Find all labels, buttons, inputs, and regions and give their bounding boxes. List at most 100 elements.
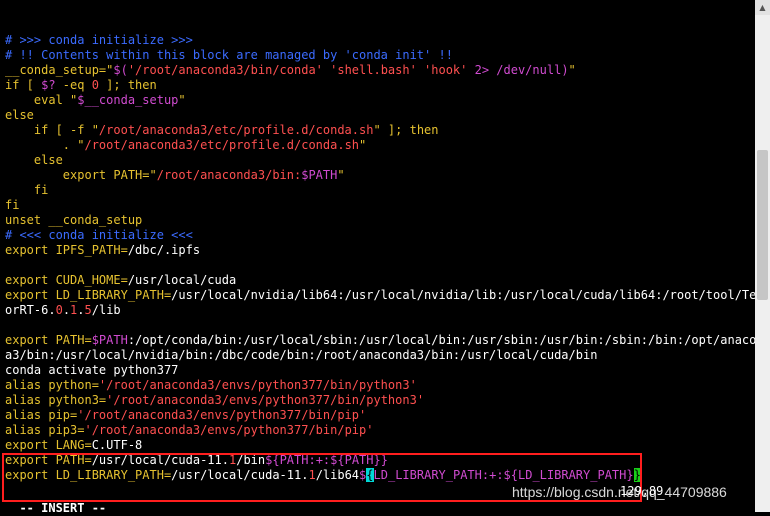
code-token: export PATH= (5, 333, 92, 347)
code-line: alias pip='/root/anaconda3/envs/python37… (5, 408, 755, 423)
code-token: -eq (55, 78, 92, 92)
code-token: # >>> conda initialize >>> (5, 33, 193, 47)
code-line: export LD_LIBRARY_PATH=/usr/local/nvidia… (5, 288, 770, 303)
code-token: $PATH (91, 333, 128, 347)
code-line: alias python='/root/anaconda3/envs/pytho… (5, 378, 755, 393)
code-line: . "/root/anaconda3/etc/profile.d/conda.s… (5, 138, 755, 153)
code-line: export IPFS_PATH=/dbc/.ipfs (5, 243, 755, 258)
code-token: export CUDA_HOME= (5, 273, 128, 287)
code-token: '/root/anaconda3/envs/python377/bin/pip' (84, 423, 374, 437)
code-token: # <<< conda initialize <<< (5, 228, 193, 242)
code-line: export PATH=/usr/local/cuda-11.1/bin${PA… (5, 453, 755, 468)
code-token: fi (5, 183, 49, 197)
code-token: '/root/anaconda3/envs/python377/bin/pyth… (98, 378, 417, 392)
code-line: unset __conda_setup (5, 213, 755, 228)
code-token: ) (561, 63, 569, 77)
code-token: /bin (236, 453, 266, 467)
code-token: " (178, 93, 186, 107)
code-token: alias python3= (5, 393, 107, 407)
code-token: /usr/local/cuda (127, 273, 237, 287)
code-token: 1 (308, 468, 316, 482)
code-token: unset __conda_setup (5, 213, 143, 227)
code-line: orRT-6.0.1.5/lib (5, 303, 755, 318)
code-line: conda activate python377 (5, 363, 755, 378)
code-token: $? (41, 78, 56, 92)
code-token: ${PATH:+:${PATH}} (265, 453, 388, 467)
code-token: LD_LIBRARY_PATH:+:${LD_LIBRARY_PATH} (373, 468, 634, 482)
code-line: alias pip3='/root/anaconda3/envs/python3… (5, 423, 755, 438)
text-cursor: } (633, 468, 641, 482)
code-line: # <<< conda initialize <<< (5, 228, 755, 243)
code-token: alias pip3= (5, 423, 85, 437)
code-line: export PATH=$PATH:/opt/conda/bin:/usr/lo… (5, 333, 770, 348)
code-token: conda activate python377 (5, 363, 179, 377)
code-token: export IPFS_PATH= (5, 243, 128, 257)
code-token: '/root/anaconda3/bin/conda' 'shell.bash'… (127, 63, 475, 77)
code-token: /usr/local/cuda-11. (91, 453, 229, 467)
code-token: /lib64 (315, 468, 360, 482)
code-token: 2> /dev/null (474, 63, 562, 77)
code-line: fi (5, 183, 755, 198)
code-line: else (5, 108, 755, 123)
text-cursor: { (366, 468, 374, 482)
code-token: a3/bin:/usr/local/nvidia/bin:/dbc/code/b… (5, 348, 598, 362)
code-line: a3/bin:/usr/local/nvidia/bin:/dbc/code/b… (5, 348, 755, 363)
code-line: __conda_setup="$('/root/anaconda3/bin/co… (5, 63, 755, 78)
insert-mode-indicator: -- INSERT -- (19, 501, 107, 515)
code-token: /dbc/.ipfs (127, 243, 201, 257)
code-token: '/root/anaconda3/envs/python377/bin/pyth… (106, 393, 425, 407)
code-line: if [ $? -eq 0 ]; then (5, 78, 755, 93)
code-token: if [ (5, 78, 42, 92)
code-line: if [ -f "/root/anaconda3/etc/profile.d/c… (5, 123, 755, 138)
code-token: " (359, 138, 367, 152)
code-token: else (5, 153, 63, 167)
terminal-editor[interactable]: # >>> conda initialize >>> # !! Contents … (0, 0, 770, 512)
code-line: # !! Contents within this block are mana… (5, 48, 755, 63)
code-token: /root/anaconda3/etc/profile.d/conda.sh (98, 123, 374, 137)
code-token: export LANG= (5, 438, 92, 452)
code-line: alias python3='/root/anaconda3/envs/pyth… (5, 393, 755, 408)
code-line: export LD_LIBRARY_PATH=/usr/local/cuda-1… (5, 468, 755, 483)
code-token: orRT-6. (5, 303, 56, 317)
code-token: :/opt/conda/bin:/usr/local/sbin:/usr/loc… (127, 333, 770, 347)
code-token: 0 (55, 303, 63, 317)
code-token: 5 (84, 303, 92, 317)
code-token: alias python= (5, 378, 99, 392)
watermark: https://blog.csdn.net/qq_44709886 (512, 484, 727, 500)
code-token: /usr/local/nvidia/lib64:/usr/local/nvidi… (171, 288, 770, 302)
code-token: export LD_LIBRARY_PATH= (5, 288, 172, 302)
code-token: " (337, 168, 345, 182)
code-token: " ]; then (373, 123, 439, 137)
code-token: $__conda_setup (77, 93, 179, 107)
code-token: __conda_setup=" (5, 63, 114, 77)
code-token: C.UTF-8 (91, 438, 143, 452)
code-token: /root/anaconda3/bin: (156, 168, 302, 182)
code-token: . (77, 303, 85, 317)
code-token: else (5, 108, 34, 122)
code-token: ]; then (98, 78, 157, 92)
code-line: eval "$__conda_setup" (5, 93, 755, 108)
scrollbar-thumb[interactable] (757, 150, 768, 300)
code-line: # >>> conda initialize >>> (5, 33, 755, 48)
code-token: eval " (5, 93, 78, 107)
scroll-up-arrow-icon[interactable]: ▲ (755, 0, 770, 15)
code-token: export PATH= (5, 453, 92, 467)
code-token: 0 (91, 78, 99, 92)
code-token: # !! Contents within this block are mana… (5, 48, 453, 62)
code-token: /root/anaconda3/etc/profile.d/conda.sh (84, 138, 360, 152)
code-token: if [ -f " (5, 123, 99, 137)
code-token: fi (5, 198, 20, 212)
code-token: " (568, 63, 576, 77)
code-token: . " (5, 138, 85, 152)
code-line: export CUDA_HOME=/usr/local/cuda (5, 273, 755, 288)
code-token: export LD_LIBRARY_PATH= (5, 468, 172, 482)
code-line: export LANG=C.UTF-8 (5, 438, 755, 453)
vertical-scrollbar[interactable]: ▲ (755, 0, 770, 512)
code-token: $PATH (301, 168, 338, 182)
code-line: fi (5, 198, 755, 213)
code-token: alias pip= (5, 408, 78, 422)
code-line: export PATH="/root/anaconda3/bin:$PATH" (5, 168, 755, 183)
code-token: export PATH=" (5, 168, 157, 182)
